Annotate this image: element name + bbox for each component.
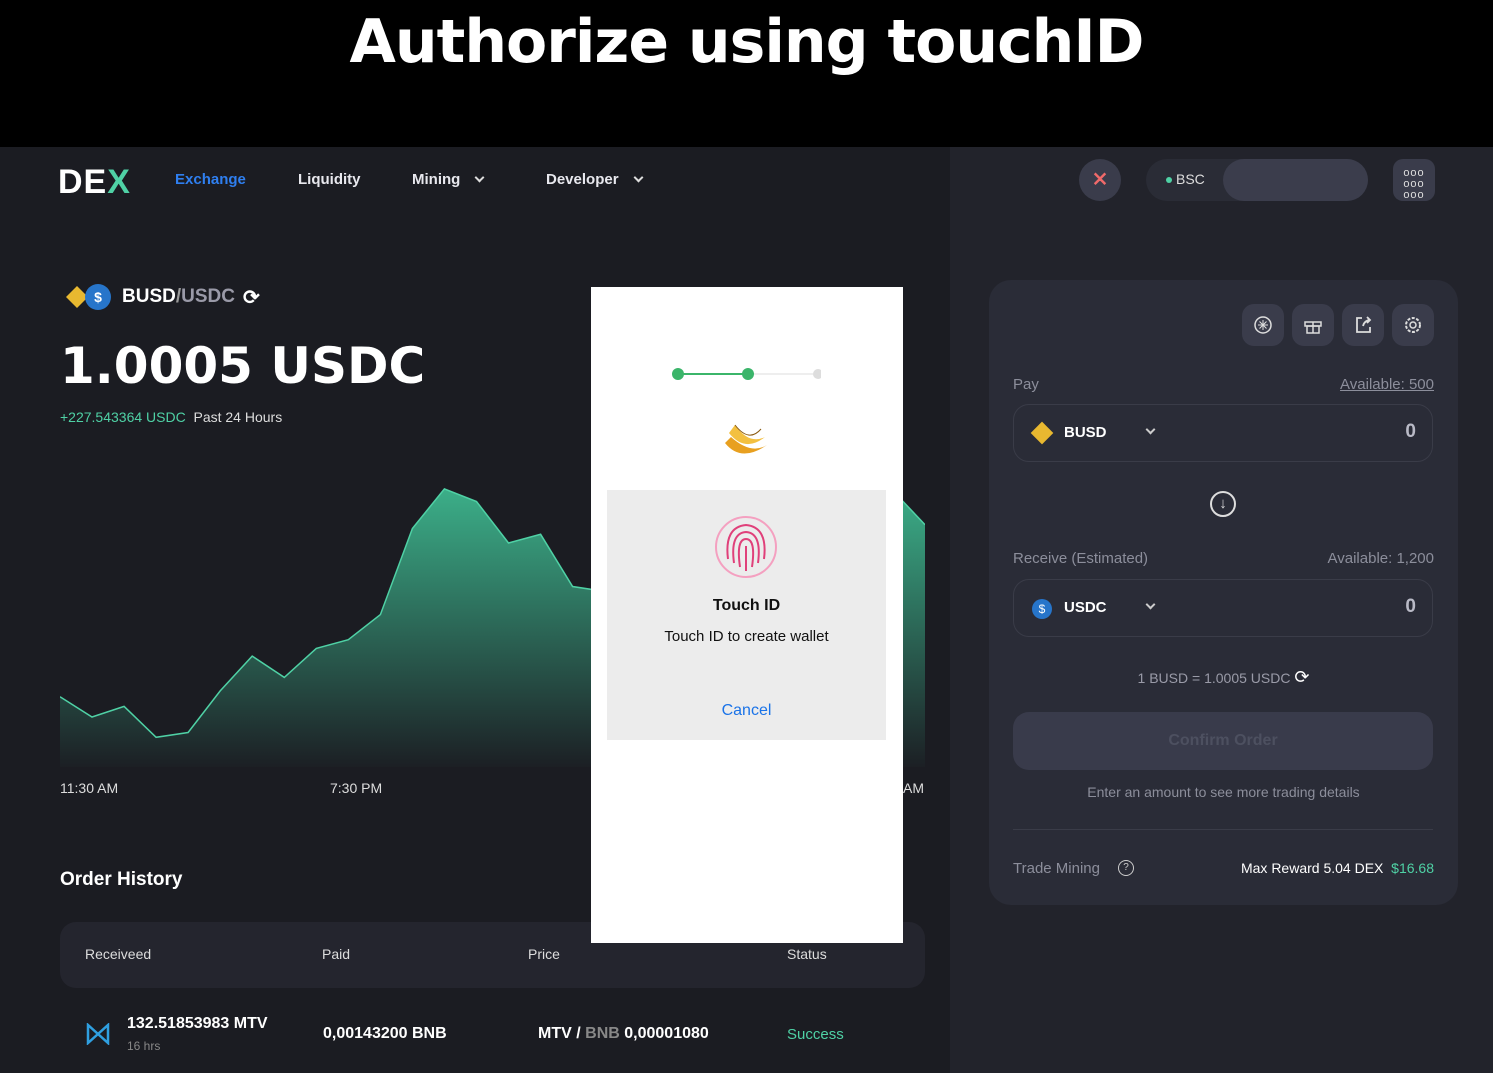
max-reward-text: Max Reward 5.04 DEX <box>1240 860 1384 876</box>
usdc-icon: $ <box>1032 599 1052 619</box>
touch-id-panel: Touch ID Touch ID to create wallet Cance… <box>607 490 886 740</box>
rate-text: 1 BUSD = 1.0005 USDC <box>1137 670 1291 686</box>
divider <box>1013 829 1433 830</box>
receive-token-field[interactable]: $ USDC 0 <box>1013 579 1433 637</box>
pair-base: BUSD <box>122 286 176 307</box>
nav-exchange[interactable]: Exchange <box>175 171 246 188</box>
price-change: +227.543364 USDC Past 24 Hours <box>60 409 282 425</box>
col-price: Price <box>528 946 560 962</box>
fingerprint-icon[interactable] <box>714 515 778 579</box>
progress-steps <box>672 368 821 380</box>
refresh-rate-icon[interactable]: ⟳ <box>1294 667 1309 687</box>
pay-token-field[interactable]: BUSD 0 <box>1013 404 1433 462</box>
exchange-rate: 1 BUSD = 1.0005 USDC ⟳ <box>989 667 1458 688</box>
chevron-down-icon <box>1145 599 1156 610</box>
status-badge: Success <box>787 1026 844 1043</box>
received-amount: 132.51853983 MTV <box>127 1015 268 1032</box>
cancel-button[interactable]: Cancel <box>607 702 886 720</box>
nav-developer[interactable]: Developer <box>546 171 643 188</box>
pay-available[interactable]: Available: 500 <box>1340 376 1434 393</box>
receive-token: USDC <box>1064 599 1107 616</box>
receive-label: Receive (Estimated) <box>1013 550 1149 567</box>
swap-direction-icon[interactable]: ↓ <box>1210 491 1236 517</box>
time-label: 11:30 AM <box>60 780 119 796</box>
pay-label: Pay <box>1013 376 1039 393</box>
time-label: 7:30 PM <box>330 780 383 796</box>
network-selector[interactable]: BSC <box>1146 159 1368 201</box>
step-dot <box>672 368 684 380</box>
change-value: +227.543364 USDC <box>60 409 186 425</box>
swap-card: Pay Available: 500 BUSD 0 ↓ Receive (Est… <box>989 280 1458 905</box>
settings-gear-icon[interactable] <box>1392 304 1434 346</box>
confirm-order-button[interactable]: Confirm Order <box>1013 712 1433 770</box>
trade-mining-label: Trade Mining <box>1013 860 1100 877</box>
banner-title: Authorize using touchID <box>349 7 1144 77</box>
order-price: MTV / BNB 0,00001080 <box>538 1025 709 1043</box>
time-label: AM <box>903 780 924 796</box>
mtv-token-icon <box>86 1023 110 1045</box>
network-label: BSC <box>1176 171 1205 187</box>
svg-text:$: $ <box>94 289 102 305</box>
nav-developer-label: Developer <box>546 171 619 188</box>
chevron-down-icon <box>474 172 485 183</box>
trading-hint: Enter an amount to see more trading deta… <box>1087 784 1360 800</box>
price-value: 0,00001080 <box>624 1025 709 1042</box>
pay-amount[interactable]: 0 <box>1405 421 1416 443</box>
price-quote: BNB <box>585 1025 620 1042</box>
pair-header: $ BUSD / USDC ⟳ <box>62 282 260 312</box>
pair-quote: USDC <box>181 286 235 307</box>
swap-pair-icon[interactable]: ⟳ <box>243 285 260 310</box>
change-period: Past 24 Hours <box>193 409 283 425</box>
dex-logo[interactable]: DEX <box>58 163 131 202</box>
pay-token: BUSD <box>1064 424 1107 441</box>
step-dot <box>813 369 821 379</box>
apps-grid-icon[interactable]: ooo ooo ooo <box>1393 159 1435 201</box>
nav-mining[interactable]: Mining <box>412 171 485 188</box>
col-paid: Paid <box>322 946 351 962</box>
order-time: 16 hrs <box>127 1039 161 1053</box>
touch-id-title: Touch ID <box>712 597 781 614</box>
busd-usdc-icon: $ <box>66 284 111 310</box>
gift-icon[interactable] <box>1292 304 1334 346</box>
col-received: Receiveed <box>85 946 152 962</box>
help-icon[interactable]: ? <box>1118 860 1134 876</box>
order-history-title: Order History <box>60 869 183 890</box>
chevron-down-icon <box>1145 424 1156 435</box>
max-reward: Max Reward 5.04 DEX $16.68 <box>1241 860 1434 876</box>
nav-liquidity[interactable]: Liquidity <box>298 171 361 188</box>
step-dot <box>742 368 754 380</box>
receive-amount: 0 <box>1405 596 1416 617</box>
wallet-address-button[interactable] <box>1223 159 1368 201</box>
touch-id-modal: Touch ID Touch ID to create wallet Cance… <box>591 287 903 943</box>
col-status: Status <box>787 946 827 962</box>
busd-icon <box>1030 421 1054 445</box>
receive-available: Available: 1,200 <box>1327 550 1434 567</box>
chevron-down-icon <box>633 172 643 183</box>
reward-usd: $16.68 <box>1391 860 1434 876</box>
dex-icon[interactable]: ⨯ <box>1079 159 1121 201</box>
banner: Authorize using touchID <box>0 0 1493 147</box>
network-dot-icon <box>1166 177 1172 183</box>
share-icon[interactable] <box>1342 304 1384 346</box>
banana-logo-icon <box>725 424 767 454</box>
swap-side: ⨯ BSC ooo ooo ooo Pay Available: 500 BUSD … <box>950 147 1493 1073</box>
nav-mining-label: Mining <box>412 171 461 188</box>
price-base: MTV <box>538 1025 572 1042</box>
price-value: 1.0005 USDC <box>60 337 426 395</box>
paid-amount: 0,00143200 BNB <box>323 1025 447 1042</box>
touch-id-message: Touch ID to create wallet <box>664 628 829 645</box>
price-sep: / <box>576 1025 581 1042</box>
loading-icon[interactable] <box>1242 304 1284 346</box>
